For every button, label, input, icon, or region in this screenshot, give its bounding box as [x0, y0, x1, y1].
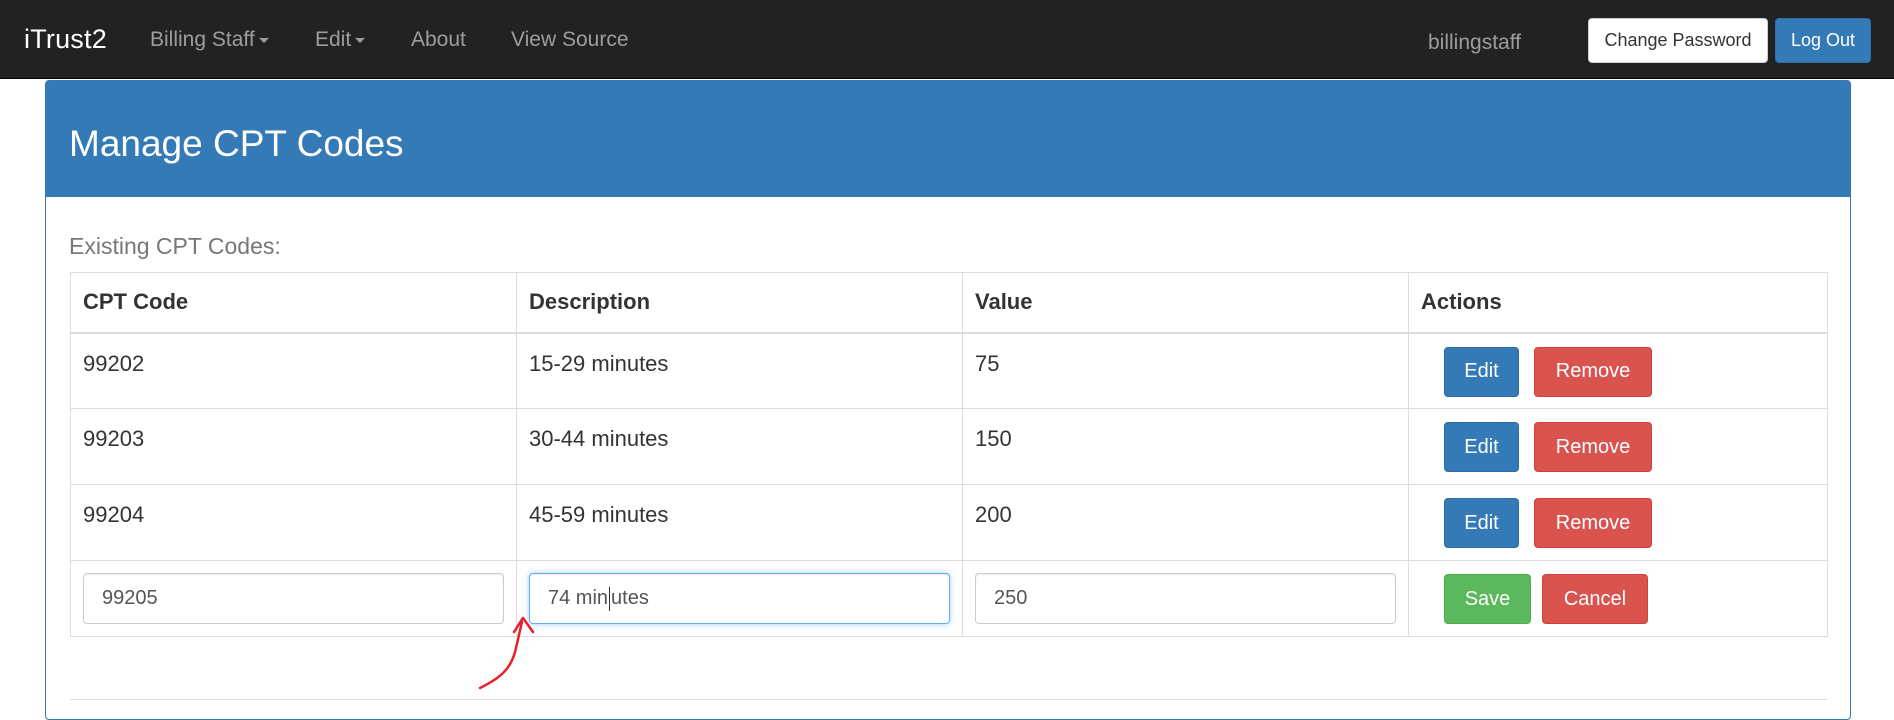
save-button[interactable]: Save — [1444, 574, 1531, 624]
remove-button[interactable]: Remove — [1534, 498, 1652, 548]
nav-menu-label: Billing Staff — [150, 28, 255, 51]
divider — [70, 699, 1827, 700]
caret-down-icon — [355, 37, 366, 43]
caret-down-icon — [258, 37, 269, 43]
cell-cpt-code: 99204 — [70, 484, 517, 561]
table-row: 99204 45-59 minutes 200 Edit Remove — [70, 484, 1828, 561]
cell-description: 15-29 minutes — [516, 332, 963, 409]
edit-button[interactable]: Edit — [1444, 498, 1519, 548]
cell-description: 45-59 minutes — [516, 484, 963, 561]
page-title: Manage CPT Codes — [69, 123, 404, 164]
description-input[interactable]: 74 min utes — [529, 573, 950, 624]
cell-description-edit: 74 min utes — [516, 560, 963, 637]
manage-cpt-codes-panel: Manage CPT Codes Existing CPT Codes: CPT… — [45, 80, 1851, 720]
cell-actions: Edit Remove — [1408, 408, 1828, 485]
description-text-before-cursor: 74 min — [548, 587, 609, 609]
cell-cpt-code-edit: 99205 — [70, 560, 517, 637]
change-password-button[interactable]: Change Password — [1588, 18, 1768, 63]
column-header-description: Description — [516, 272, 963, 334]
text-cursor — [609, 586, 611, 611]
top-navbar: iTrust2 Billing Staff Edit About View So… — [0, 0, 1894, 79]
panel-heading: Manage CPT Codes — [46, 81, 1850, 197]
table-header-row: CPT Code Description Value Actions — [70, 272, 1828, 334]
logged-in-username: billingstaff — [1428, 31, 1522, 54]
cpt-codes-table: CPT Code Description Value Actions 99202… — [70, 272, 1828, 637]
cell-cpt-code: 99202 — [70, 332, 517, 409]
cell-actions: Edit Remove — [1408, 484, 1828, 561]
cpt-code-input[interactable]: 99205 — [83, 573, 504, 624]
edit-button[interactable]: Edit — [1444, 422, 1519, 472]
brand-logo[interactable]: iTrust2 — [24, 24, 107, 55]
cell-value: 75 — [962, 332, 1409, 409]
edit-button[interactable]: Edit — [1444, 346, 1519, 397]
section-label: Existing CPT Codes: — [69, 233, 281, 259]
cell-cpt-code: 99203 — [70, 408, 517, 485]
remove-button[interactable]: Remove — [1534, 346, 1652, 397]
table-row: 99203 30-44 minutes 150 Edit Remove — [70, 408, 1828, 485]
cell-actions: Save Cancel — [1408, 560, 1828, 637]
table-edit-row: 99205 74 min utes 250 Save Cancel — [70, 560, 1828, 637]
cell-value: 200 — [962, 484, 1409, 561]
cell-description: 30-44 minutes — [516, 408, 963, 485]
remove-button[interactable]: Remove — [1534, 422, 1652, 472]
nav-menu-billing-staff[interactable]: Billing Staff — [150, 28, 269, 52]
cell-actions: Edit Remove — [1408, 332, 1828, 409]
annotation-arrow-icon — [478, 616, 535, 690]
column-header-value: Value — [962, 272, 1409, 334]
cell-value: 150 — [962, 408, 1409, 485]
value-input[interactable]: 250 — [975, 573, 1396, 624]
column-header-cpt-code: CPT Code — [70, 272, 517, 334]
cancel-button[interactable]: Cancel — [1542, 574, 1648, 624]
nav-link-about[interactable]: About — [411, 28, 466, 52]
nav-menu-label: Edit — [315, 28, 352, 51]
table-row: 99202 15-29 minutes 75 Edit Remove — [70, 332, 1828, 409]
nav-link-view-source[interactable]: View Source — [511, 28, 629, 52]
cell-value-edit: 250 — [962, 560, 1409, 637]
nav-menu-edit[interactable]: Edit — [315, 28, 366, 52]
column-header-actions: Actions — [1408, 272, 1828, 334]
logout-button[interactable]: Log Out — [1775, 18, 1871, 63]
description-text-after-cursor: utes — [611, 587, 649, 609]
